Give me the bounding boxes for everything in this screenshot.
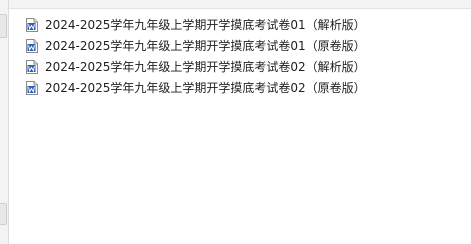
word-doc-icon — [26, 38, 38, 53]
nav-pane-handle-top[interactable] — [0, 14, 7, 38]
file-name: 2024-2025学年九年级上学期开学摸底考试卷02（解析版） — [45, 59, 366, 74]
nav-pane-handle-bottom[interactable] — [0, 203, 7, 225]
file-name: 2024-2025学年九年级上学期开学摸底考试卷01（解析版） — [45, 17, 366, 32]
file-item[interactable]: 2024-2025学年九年级上学期开学摸底考试卷01（原卷版） — [22, 35, 366, 56]
file-item[interactable]: 2024-2025学年九年级上学期开学摸底考试卷02（解析版） — [22, 56, 366, 77]
file-explorer-window: 2024-2025学年九年级上学期开学摸底考试卷01（解析版） 2024-202… — [0, 0, 471, 244]
file-list: 2024-2025学年九年级上学期开学摸底考试卷01（解析版） 2024-202… — [22, 14, 366, 98]
toolbar-edge — [0, 0, 471, 9]
file-name: 2024-2025学年九年级上学期开学摸底考试卷01（原卷版） — [45, 38, 366, 53]
file-item[interactable]: 2024-2025学年九年级上学期开学摸底考试卷01（解析版） — [22, 14, 366, 35]
word-doc-icon — [26, 59, 38, 74]
navigation-pane-edge[interactable] — [0, 0, 9, 244]
file-item[interactable]: 2024-2025学年九年级上学期开学摸底考试卷02（原卷版） — [22, 77, 366, 98]
word-doc-icon — [26, 80, 38, 95]
word-doc-icon — [26, 17, 38, 32]
file-name: 2024-2025学年九年级上学期开学摸底考试卷02（原卷版） — [45, 80, 366, 95]
